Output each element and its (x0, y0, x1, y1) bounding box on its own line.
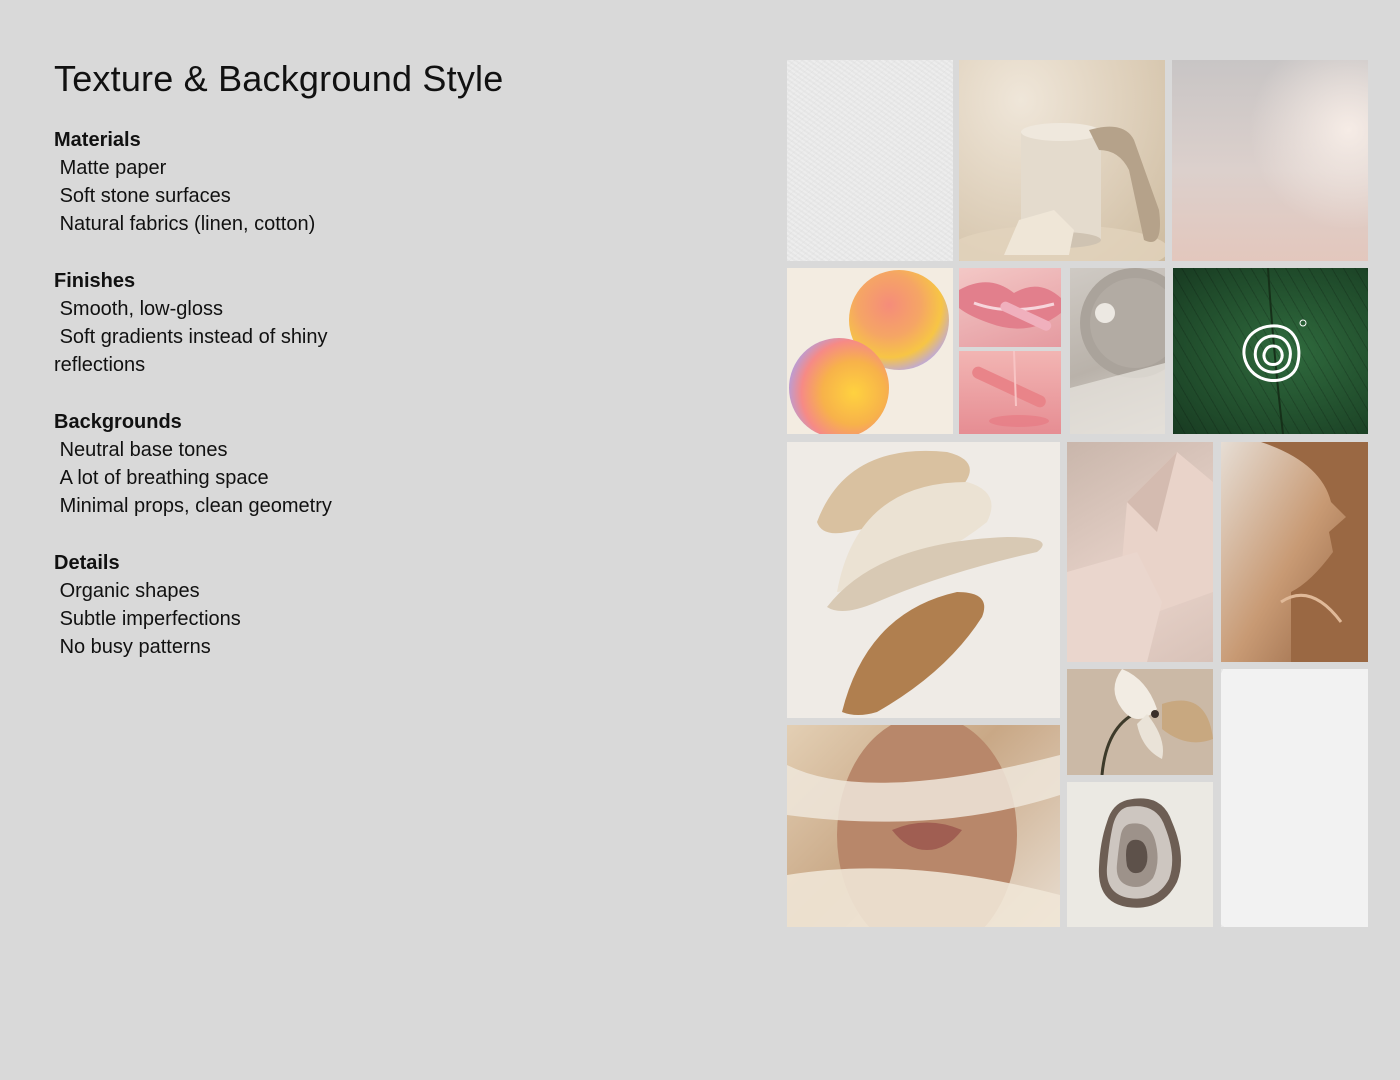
layered-stone-object-image (1067, 782, 1213, 927)
section-heading: Details (54, 552, 120, 574)
veiled-face-image (787, 725, 1060, 927)
section-details: Details Organic shapes Subtle imperfecti… (54, 549, 384, 661)
section-heading: Materials (54, 129, 141, 151)
gradient-spheres-image (787, 268, 953, 434)
face-profile-shadows-image (1221, 442, 1368, 662)
stone-disc-image (1070, 268, 1165, 434)
crumpled-paper-texture-image (1221, 669, 1368, 927)
soft-blur-gradient-image (1172, 60, 1368, 261)
cream-flower-image (1067, 669, 1213, 775)
section-heading: Finishes (54, 270, 136, 292)
section-finishes: Finishes Smooth, low-gloss Soft gradient… (54, 267, 384, 379)
page-title: Texture & Background Style (54, 58, 504, 99)
text-column: Materials Matte paper Soft stone surface… (54, 126, 384, 690)
green-leaf-logo-image (1173, 268, 1368, 434)
matte-paper-texture-image (787, 60, 953, 261)
section-body: Neutral base tones A lot of breathing sp… (59, 439, 332, 517)
section-body: Matte paper Soft stone surfaces Natural … (59, 157, 316, 235)
glossy-lips-image (959, 268, 1061, 347)
stone-pedestal-image (959, 60, 1165, 261)
pink-stone-rocks-image (1067, 442, 1213, 662)
section-heading: Backgrounds (54, 411, 182, 433)
lip-gloss-drip-image (959, 351, 1061, 434)
section-materials: Materials Matte paper Soft stone surface… (54, 126, 384, 238)
foundation-swatches-image (787, 442, 1060, 718)
section-body: Smooth, low-gloss Soft gradients instead… (54, 298, 328, 376)
section-backgrounds: Backgrounds Neutral base tones A lot of … (54, 408, 384, 520)
section-body: Organic shapes Subtle imperfections No b… (59, 580, 241, 658)
